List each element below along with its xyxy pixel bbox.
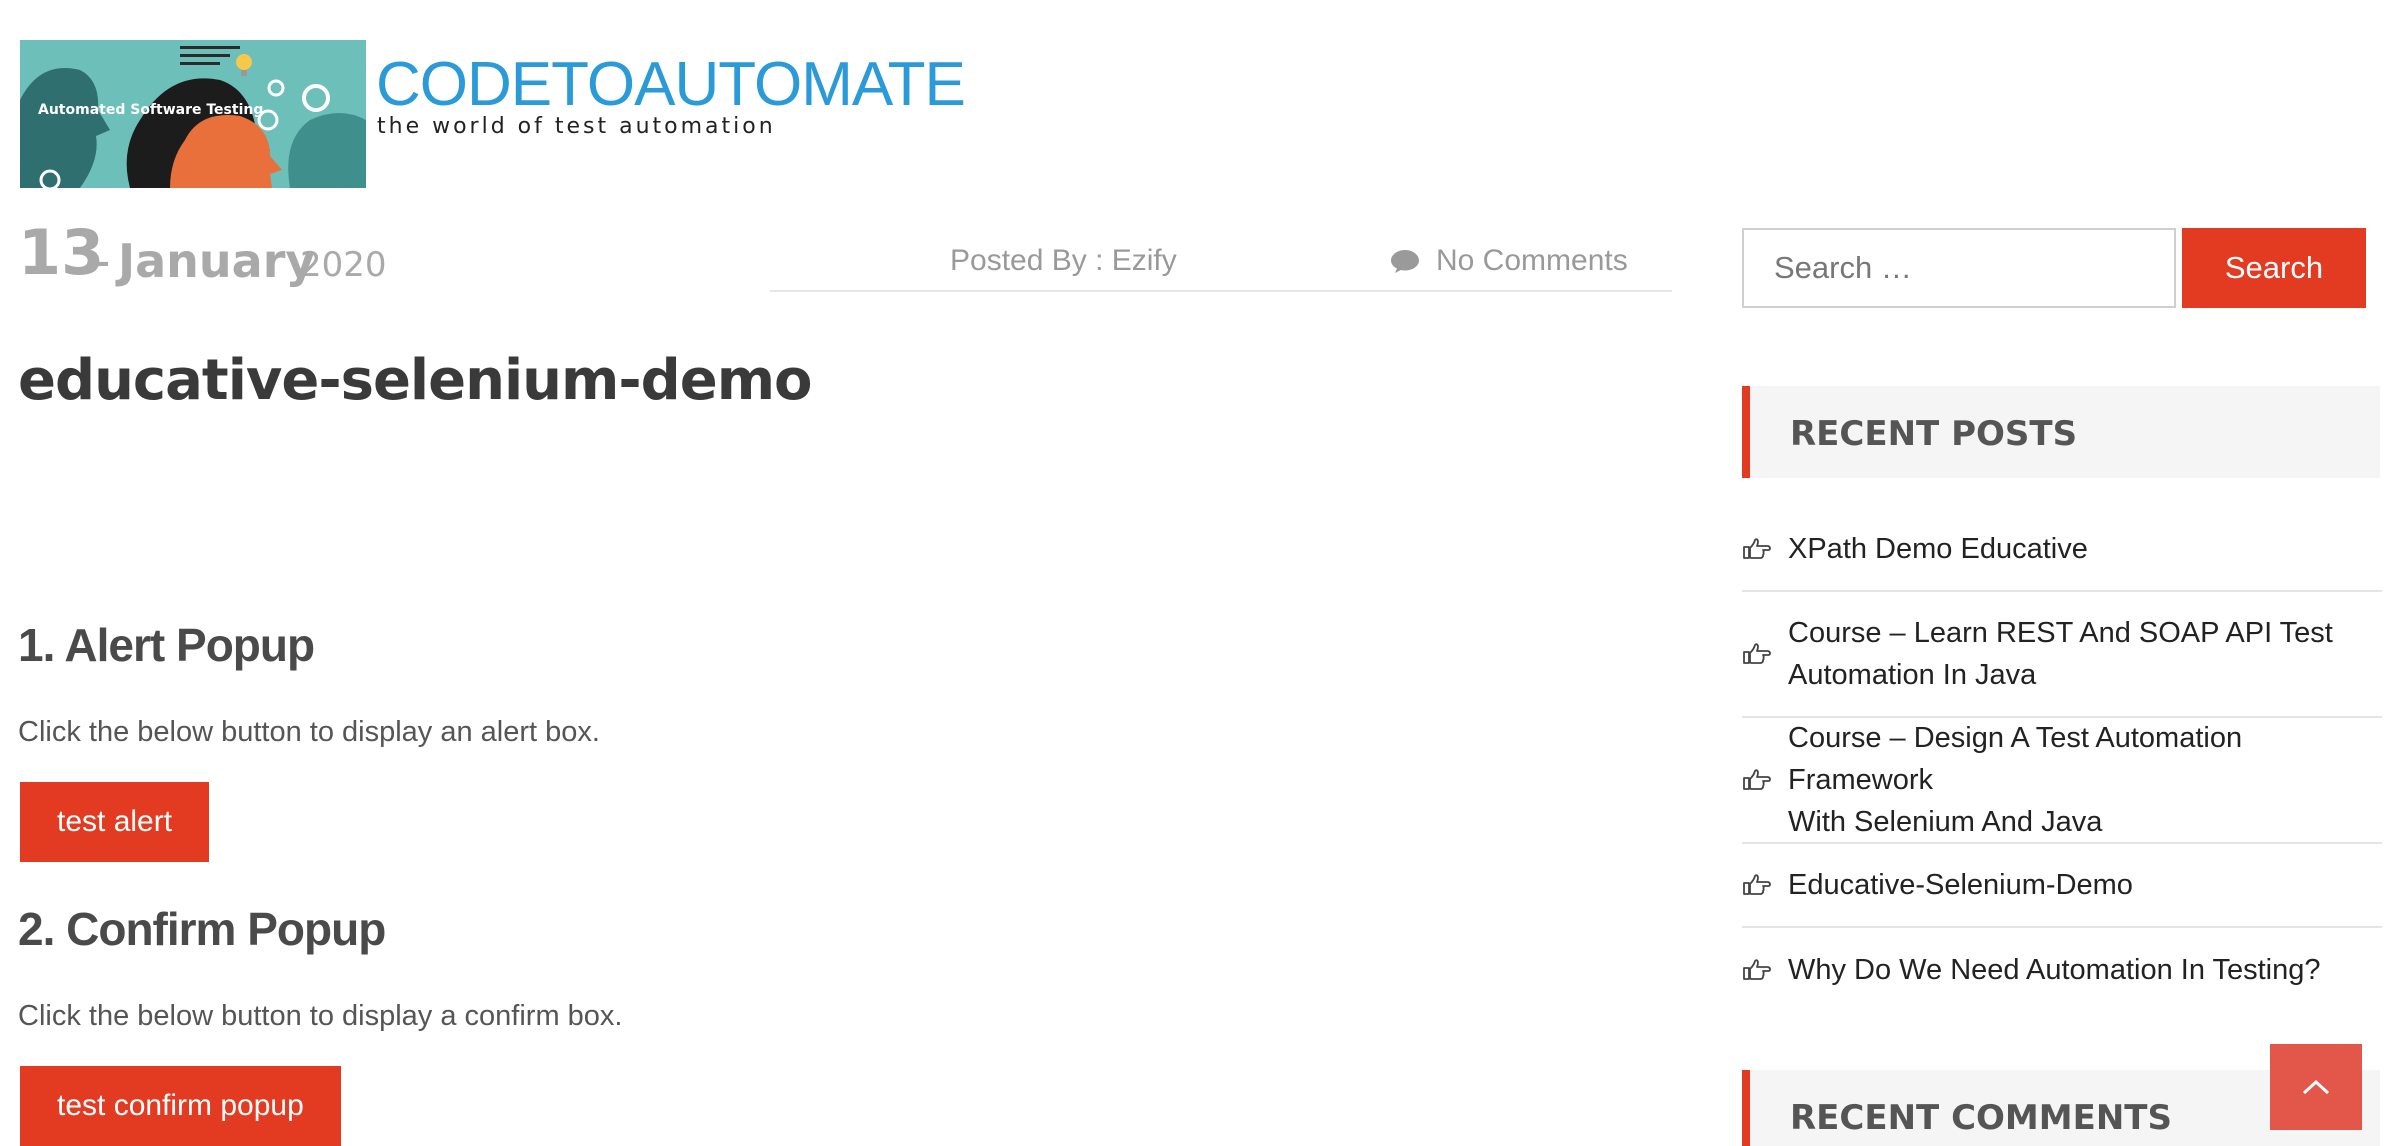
chevron-up-icon [2270,1078,2362,1096]
test-alert-button[interactable]: test alert [20,782,210,862]
recent-post-link-line[interactable]: Course – Design A Test Automation Framew… [1788,717,2382,801]
recent-post-link[interactable]: Educative-Selenium-Demo [1788,864,2133,906]
hand-pointing-icon [1742,873,1772,897]
section-text-alert: Click the below button to display an ale… [18,716,600,748]
post-comments-label: No Comments [1436,244,1628,277]
recent-comments-title: RECENT COMMENTS [1790,1098,2172,1138]
section-heading-confirm: 2. Confirm Popup [18,903,386,955]
list-item: Why Do We Need Automation In Testing? [1742,928,2382,1012]
meta-divider [770,290,1672,292]
hand-pointing-icon [1742,958,1772,982]
test-confirm-button[interactable]: test confirm popup [20,1066,341,1146]
site-logo-image[interactable]: Automated Software Testing [20,40,366,188]
recent-post-link-line[interactable]: Automation In Java [1788,654,2333,696]
recent-post-link[interactable]: XPath Demo Educative [1788,528,2088,570]
comment-icon [1390,248,1420,274]
section-text-confirm: Click the below button to display a conf… [18,1000,623,1032]
recent-posts-header: RECENT POSTS [1742,386,2380,478]
post-date-month: January [118,234,316,288]
recent-post-link[interactable]: Why Do We Need Automation In Testing? [1788,949,2321,991]
list-item: XPath Demo Educative [1742,508,2382,592]
recent-post-link[interactable]: Course – Learn REST And SOAP API Test Au… [1788,612,2333,696]
post-comments-link[interactable]: No Comments [1390,244,1628,278]
section-heading-alert: 1. Alert Popup [18,619,315,671]
recent-post-link[interactable]: Course – Design A Test Automation Framew… [1788,717,2382,843]
recent-posts-title: RECENT POSTS [1790,414,2078,454]
post-author: Posted By : Ezify [950,244,1177,277]
recent-post-link-line[interactable]: Course – Learn REST And SOAP API Test [1788,612,2333,654]
list-item: Educative-Selenium-Demo [1742,844,2382,928]
recent-posts-list: XPath Demo Educative Course – Learn REST… [1742,508,2382,1012]
hand-pointing-icon [1742,642,1772,666]
hand-pointing-icon [1742,537,1772,561]
post-date-year: 2020 [300,245,387,285]
search-button[interactable]: Search [2182,228,2366,308]
logo-caption: Automated Software Testing [38,102,264,118]
list-item: Course – Design A Test Automation Framew… [1742,718,2382,844]
search-input[interactable] [1742,228,2176,308]
post-date-separator: – [86,237,110,284]
site-title[interactable]: CODETOAUTOMATE [376,54,966,116]
list-item: Course – Learn REST And SOAP API Test Au… [1742,592,2382,718]
recent-post-link-line[interactable]: With Selenium And Java [1788,801,2382,843]
scroll-to-top-button[interactable] [2270,1044,2362,1130]
hand-pointing-icon [1742,768,1772,792]
site-tagline: the world of test automation [377,114,776,139]
post-title: educative-selenium-demo [18,348,813,413]
